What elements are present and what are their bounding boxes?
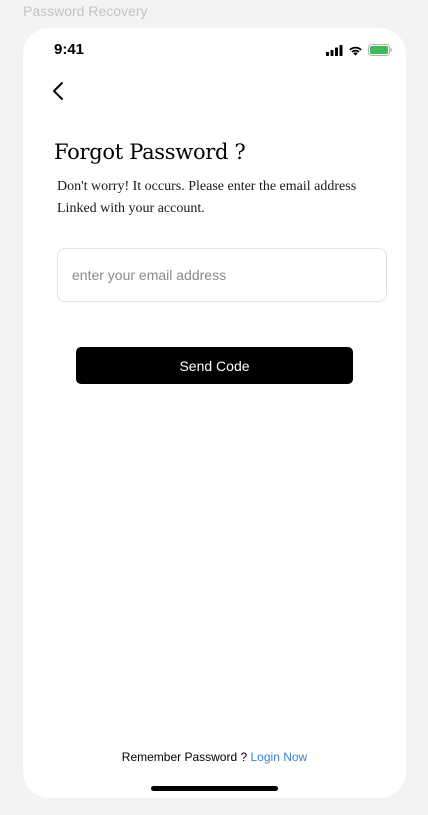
footer: Remember Password ? Login Now xyxy=(23,749,406,765)
home-indicator xyxy=(151,786,278,791)
frame-label: Password Recovery xyxy=(23,3,148,19)
page-title: Forgot Password ? xyxy=(54,140,246,164)
chevron-left-icon xyxy=(52,81,64,106)
status-time: 9:41 xyxy=(54,41,85,58)
subtitle-line-2: Linked with your account. xyxy=(57,201,205,216)
cellular-signal-icon xyxy=(326,44,343,56)
back-button[interactable] xyxy=(45,80,71,106)
email-field[interactable] xyxy=(57,248,387,302)
phone-screen: 9:41 Forgot Password ? Don't worry! It o… xyxy=(23,28,406,798)
send-code-button[interactable]: Send Code xyxy=(76,347,353,384)
wifi-icon xyxy=(348,45,363,56)
remember-password-prompt: Remember Password ? xyxy=(121,750,251,764)
status-icons xyxy=(326,43,392,57)
login-now-link[interactable]: Login Now xyxy=(251,750,308,764)
subtitle: Don't worry! It occurs. Please enter the… xyxy=(57,176,357,220)
subtitle-line-1: Don't worry! It occurs. Please enter the… xyxy=(57,179,357,194)
battery-icon xyxy=(368,44,392,56)
